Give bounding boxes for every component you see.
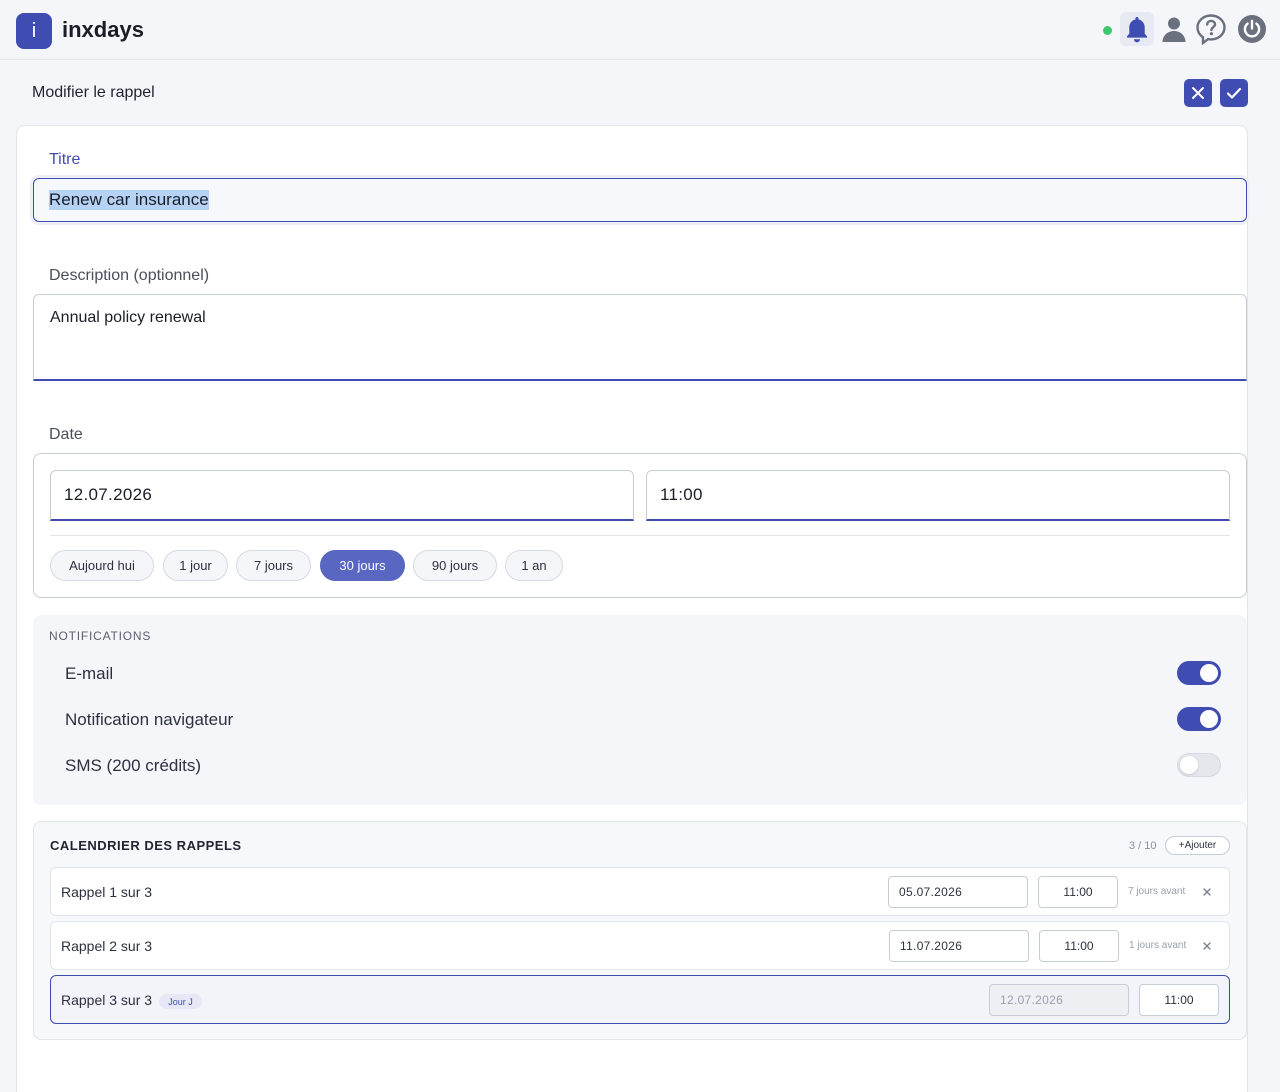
email-label: E-mail <box>65 664 114 683</box>
title-input[interactable]: Renew car insurance <box>33 178 1247 222</box>
quick-date-1-year[interactable]: 1 an <box>505 550 563 581</box>
reminder-date-input[interactable]: 11.07.2026 <box>889 930 1029 962</box>
reminder-time-input[interactable]: 11:00 <box>1139 984 1219 1016</box>
email-toggle[interactable] <box>1177 661 1221 685</box>
save-button[interactable] <box>1220 79 1248 107</box>
remove-reminder-icon[interactable] <box>1201 886 1213 898</box>
reminder-time-input[interactable]: 11:00 <box>1039 930 1119 962</box>
reminder-count: 3 / 10 <box>1129 840 1157 852</box>
reminder-row-label: Rappel 1 sur 3 <box>61 884 153 900</box>
sms-label: SMS (200 crédits) <box>65 756 202 775</box>
notifications-heading: NOTIFICATIONS <box>49 629 152 643</box>
toggle-knob <box>1200 710 1218 728</box>
bell-icon[interactable] <box>1120 12 1154 46</box>
description-label: Description (optionnel) <box>49 267 210 284</box>
check-icon <box>1226 87 1242 99</box>
app-logo[interactable]: i <box>16 13 52 49</box>
close-icon <box>1192 87 1204 99</box>
remove-reminder-icon[interactable] <box>1201 940 1213 952</box>
top-bar: i inxdays <box>0 0 1280 60</box>
time-input[interactable]: 11:00 <box>646 470 1230 521</box>
date-label: Date <box>49 426 83 443</box>
quick-date-90-days[interactable]: 90 jours <box>413 550 497 581</box>
reminder-time-input[interactable]: 11:00 <box>1038 876 1118 908</box>
online-status-dot <box>1103 26 1112 35</box>
title-label: Titre <box>49 151 81 168</box>
user-icon[interactable] <box>1157 12 1191 46</box>
date-divider <box>50 535 1230 536</box>
page-title: Modifier le rappel <box>32 84 155 101</box>
description-textarea[interactable]: Annual policy renewal <box>33 294 1247 381</box>
reminder-offset: 7 jours avant <box>1128 886 1186 897</box>
browser-notification-label: Notification navigateur <box>65 710 234 729</box>
reminder-schedule-heading: CALENDRIER DES RAPPELS <box>50 838 242 853</box>
toggle-knob <box>1200 664 1218 682</box>
add-reminder-button[interactable]: +Ajouter <box>1165 836 1230 855</box>
date-input[interactable]: 12.07.2026 <box>50 470 634 521</box>
quick-date-1-day[interactable]: 1 jour <box>163 550 228 581</box>
quick-date-30-days[interactable]: 30 jours <box>320 550 405 581</box>
quick-date-7-days[interactable]: 7 jours <box>236 550 311 581</box>
reminder-row-label: Rappel 3 sur 3 <box>61 992 153 1008</box>
power-icon[interactable] <box>1235 12 1269 46</box>
title-input-value: Renew car insurance <box>49 190 209 210</box>
reminder-row-label: Rappel 2 sur 3 <box>61 938 153 954</box>
reminder-offset: 1 jours avant <box>1129 940 1187 951</box>
sms-toggle[interactable] <box>1177 753 1221 777</box>
toggle-knob <box>1180 756 1198 774</box>
reminder-date-input-disabled: 12.07.2026 <box>989 984 1129 1016</box>
cancel-button[interactable] <box>1184 79 1212 107</box>
browser-notification-toggle[interactable] <box>1177 707 1221 731</box>
reminder-date-input[interactable]: 05.07.2026 <box>888 876 1028 908</box>
due-day-badge: Jour J <box>159 994 202 1009</box>
quick-date-today[interactable]: Aujourd hui <box>50 550 154 581</box>
help-icon[interactable] <box>1194 12 1228 46</box>
app-name: inxdays <box>62 17 144 42</box>
